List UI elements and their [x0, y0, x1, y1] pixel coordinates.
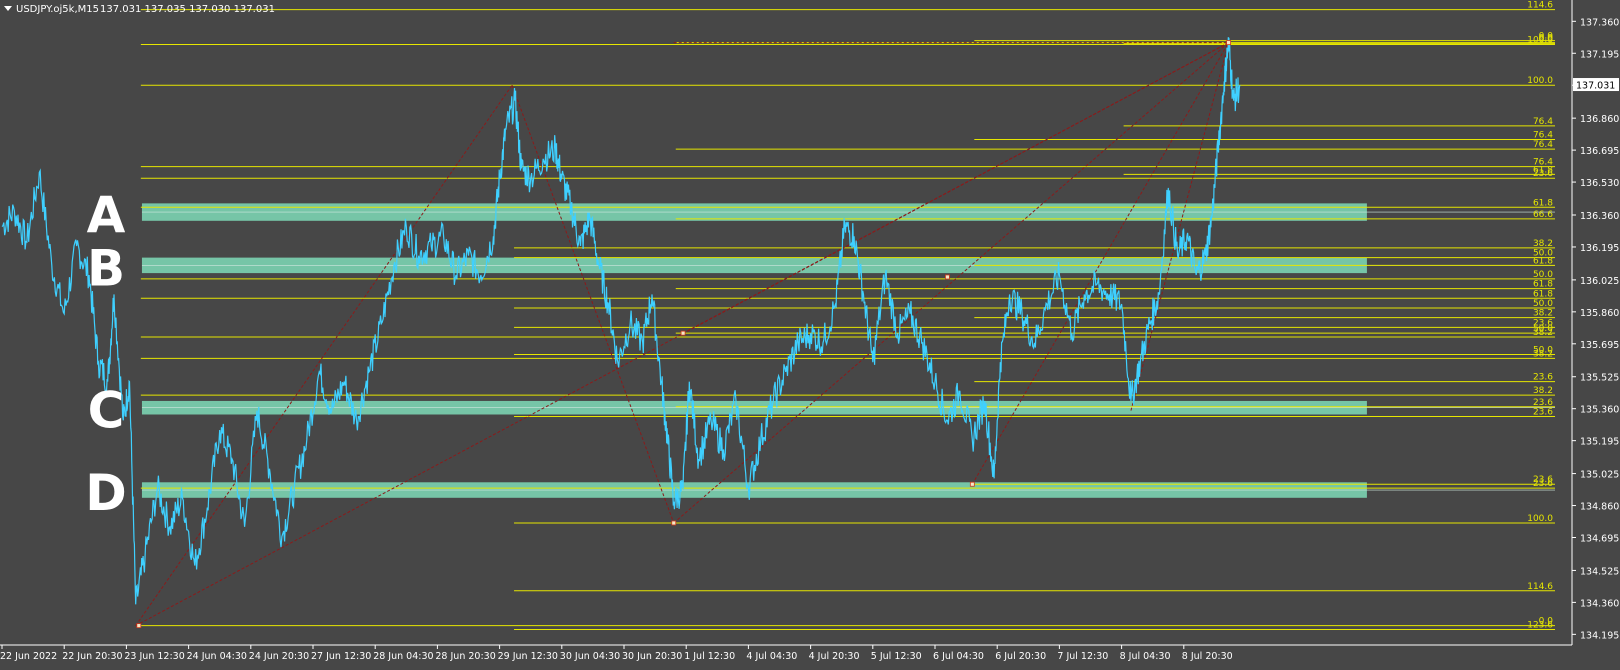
fib-level-label: 38.2 — [1533, 309, 1553, 319]
time-tick-label: 24 Jun 04:30 — [187, 651, 247, 662]
fib-level-label: 114.6 — [1527, 582, 1553, 592]
time-tick-label: 4 Jul 20:30 — [809, 651, 860, 662]
time-tick-label: 8 Jul 20:30 — [1182, 651, 1233, 662]
fib-level-label: 23.6 — [1533, 373, 1553, 383]
price-tick-label: 134.195 — [1580, 630, 1619, 641]
zone-label: A — [87, 186, 126, 244]
price-tick-label: 136.025 — [1580, 276, 1619, 287]
zone-label: B — [87, 239, 125, 297]
price-tick-label: 134.860 — [1580, 502, 1619, 513]
ohlc-readout: 137.031 137.035 137.030 137.031 — [100, 4, 275, 15]
fib-level-label: 61.8 — [1533, 289, 1553, 299]
time-tick-label: 22 Jun 2022 — [0, 651, 57, 662]
fib-level-label: 76.4 — [1533, 130, 1553, 140]
pivot-marker[interactable] — [680, 330, 686, 336]
fib-level-label: 23.6 — [1533, 407, 1553, 417]
time-tick-label: 7 Jul 12:30 — [1057, 651, 1108, 662]
price-chart[interactable]: 114.6100.00.00.00.0100.076.476.476.476.4… — [0, 0, 1620, 666]
chart-header: USDJPY.oj5k,M15 137.031 137.035 137.030 … — [4, 4, 275, 15]
fib-level-label: 23.6 — [1533, 398, 1553, 408]
price-tick-label: 135.525 — [1580, 373, 1619, 384]
price-tick-label: 137.195 — [1580, 49, 1619, 60]
fib-level-label: 123.6 — [1527, 621, 1553, 631]
fib-level-label: 114.6 — [1527, 1, 1553, 11]
fib-level-label: 50.0 — [1533, 299, 1553, 309]
time-tick-label: 4 Jul 04:30 — [746, 651, 797, 662]
price-tick-label: 135.025 — [1580, 470, 1619, 481]
time-tick-label: 23 Jun 12:30 — [124, 651, 184, 662]
price-tick-label: 137.360 — [1580, 17, 1619, 28]
price-tick-label: 135.695 — [1580, 340, 1619, 351]
fib-level-label: 50.0 — [1533, 270, 1553, 280]
time-tick-label: 30 Jun 04:30 — [560, 651, 620, 662]
current-price-label: 137.031 — [1576, 81, 1615, 92]
time-tick-label: 6 Jul 04:30 — [933, 651, 984, 662]
price-tick-label: 134.525 — [1580, 566, 1619, 577]
fib-level-label: 61.8 — [1533, 280, 1553, 290]
pivot-marker[interactable] — [1226, 40, 1231, 46]
price-tick-label: 136.860 — [1580, 114, 1619, 125]
fib-level-label: 0.0 — [1539, 35, 1554, 45]
pivot-marker[interactable] — [136, 623, 142, 629]
price-tick-label: 136.530 — [1580, 178, 1619, 189]
fib-level-label: 76.4 — [1533, 140, 1553, 150]
fib-level-label: 66.6 — [1533, 210, 1553, 220]
pivot-marker[interactable] — [969, 481, 975, 487]
time-tick-label: 27 Jun 12:30 — [311, 651, 371, 662]
time-tick-label: 8 Jul 04:30 — [1120, 651, 1171, 662]
time-tick-label: 30 Jun 20:30 — [622, 651, 682, 662]
time-tick-label: 24 Jun 20:30 — [249, 651, 309, 662]
fib-level-label: 76.4 — [1533, 117, 1553, 127]
fib-level-label: 23.6 — [1533, 169, 1553, 179]
price-tick-label: 135.860 — [1580, 308, 1619, 319]
zone-label: C — [88, 382, 125, 440]
price-tick-label: 136.360 — [1580, 211, 1619, 222]
price-tick-label: 136.695 — [1580, 146, 1619, 157]
zone-label: D — [85, 464, 127, 522]
price-tick-label: 135.360 — [1580, 405, 1619, 416]
fib-level-label: 38.2 — [1533, 349, 1553, 359]
time-tick-label: 5 Jul 12:30 — [871, 651, 922, 662]
time-tick-label: 1 Jul 12:30 — [684, 651, 735, 662]
symbol-header: USDJPY.oj5k,M15 — [16, 4, 99, 15]
time-tick-label: 22 Jun 20:30 — [62, 651, 122, 662]
pivot-marker[interactable] — [945, 274, 950, 280]
time-tick-label: 29 Jun 12:30 — [498, 651, 558, 662]
price-tick-label: 136.195 — [1580, 243, 1619, 254]
price-tick-label: 134.360 — [1580, 598, 1619, 609]
fib-level-label: 100.0 — [1527, 76, 1553, 86]
fib-level-label: 38.2 — [1533, 386, 1553, 396]
fib-level-label: 23.6 — [1533, 479, 1553, 489]
pivot-marker[interactable] — [671, 520, 677, 526]
fib-level-label: 100.0 — [1527, 514, 1553, 524]
time-tick-label: 28 Jun 04:30 — [373, 651, 433, 662]
fib-level-label: 38.2 — [1533, 239, 1553, 249]
time-tick-label: 28 Jun 20:30 — [435, 651, 495, 662]
price-tick-label: 135.195 — [1580, 437, 1619, 448]
fib-level-label: 61.8 — [1533, 256, 1553, 266]
fib-level-label: 61.8 — [1533, 198, 1553, 208]
price-tick-label: 134.695 — [1580, 534, 1619, 545]
time-tick-label: 6 Jul 20:30 — [995, 651, 1046, 662]
chart-root[interactable]: 114.6 100.0 0.0 0.0 0.0 100.0 76.4 76.4 76.4 76.4… — [0, 0, 1620, 666]
fib-level-label: 38.2 — [1533, 328, 1553, 338]
